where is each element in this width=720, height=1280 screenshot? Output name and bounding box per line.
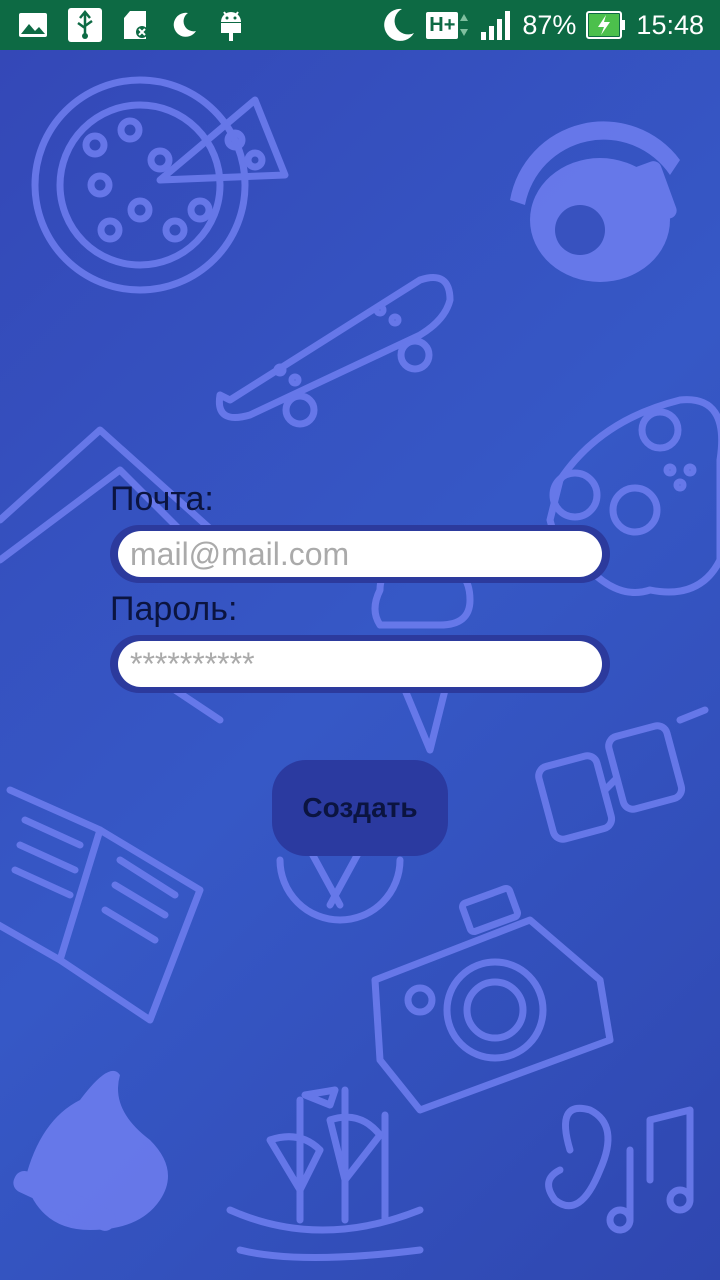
gallery-icon [18,12,48,38]
battery-percent: 87% [522,9,577,40]
email-field[interactable] [118,531,602,577]
sd-card-icon [122,10,150,40]
password-field[interactable] [118,641,602,687]
email-label: Почта: [110,480,214,518]
ship-icon [226,1086,424,1261]
ball-icon [276,846,404,924]
create-button[interactable]: Создать [272,760,448,856]
network-type-label: H+ [426,11,459,39]
network-type-icon: H+ [426,11,470,39]
glasses-icon [535,706,709,843]
camera-icon [371,884,614,1114]
email-field-frame [110,525,610,583]
pizza-icon [31,76,289,294]
signal-icon [480,10,512,40]
headphones-icon [510,121,680,282]
battery-charging-icon [586,11,626,39]
usb-icon [68,8,102,42]
music-notes-icon [545,1105,694,1234]
campfire-icon [13,1070,168,1231]
status-bar: H+ 87% 15:48 [0,0,720,50]
night-mode-icon [380,7,416,43]
book-icon [0,786,204,1024]
moon-icon [170,11,198,39]
skateboard-icon [215,274,454,428]
clock: 15:48 [636,9,704,40]
password-label: Пароль: [110,590,238,628]
password-field-frame [110,635,610,693]
android-icon [218,8,244,42]
